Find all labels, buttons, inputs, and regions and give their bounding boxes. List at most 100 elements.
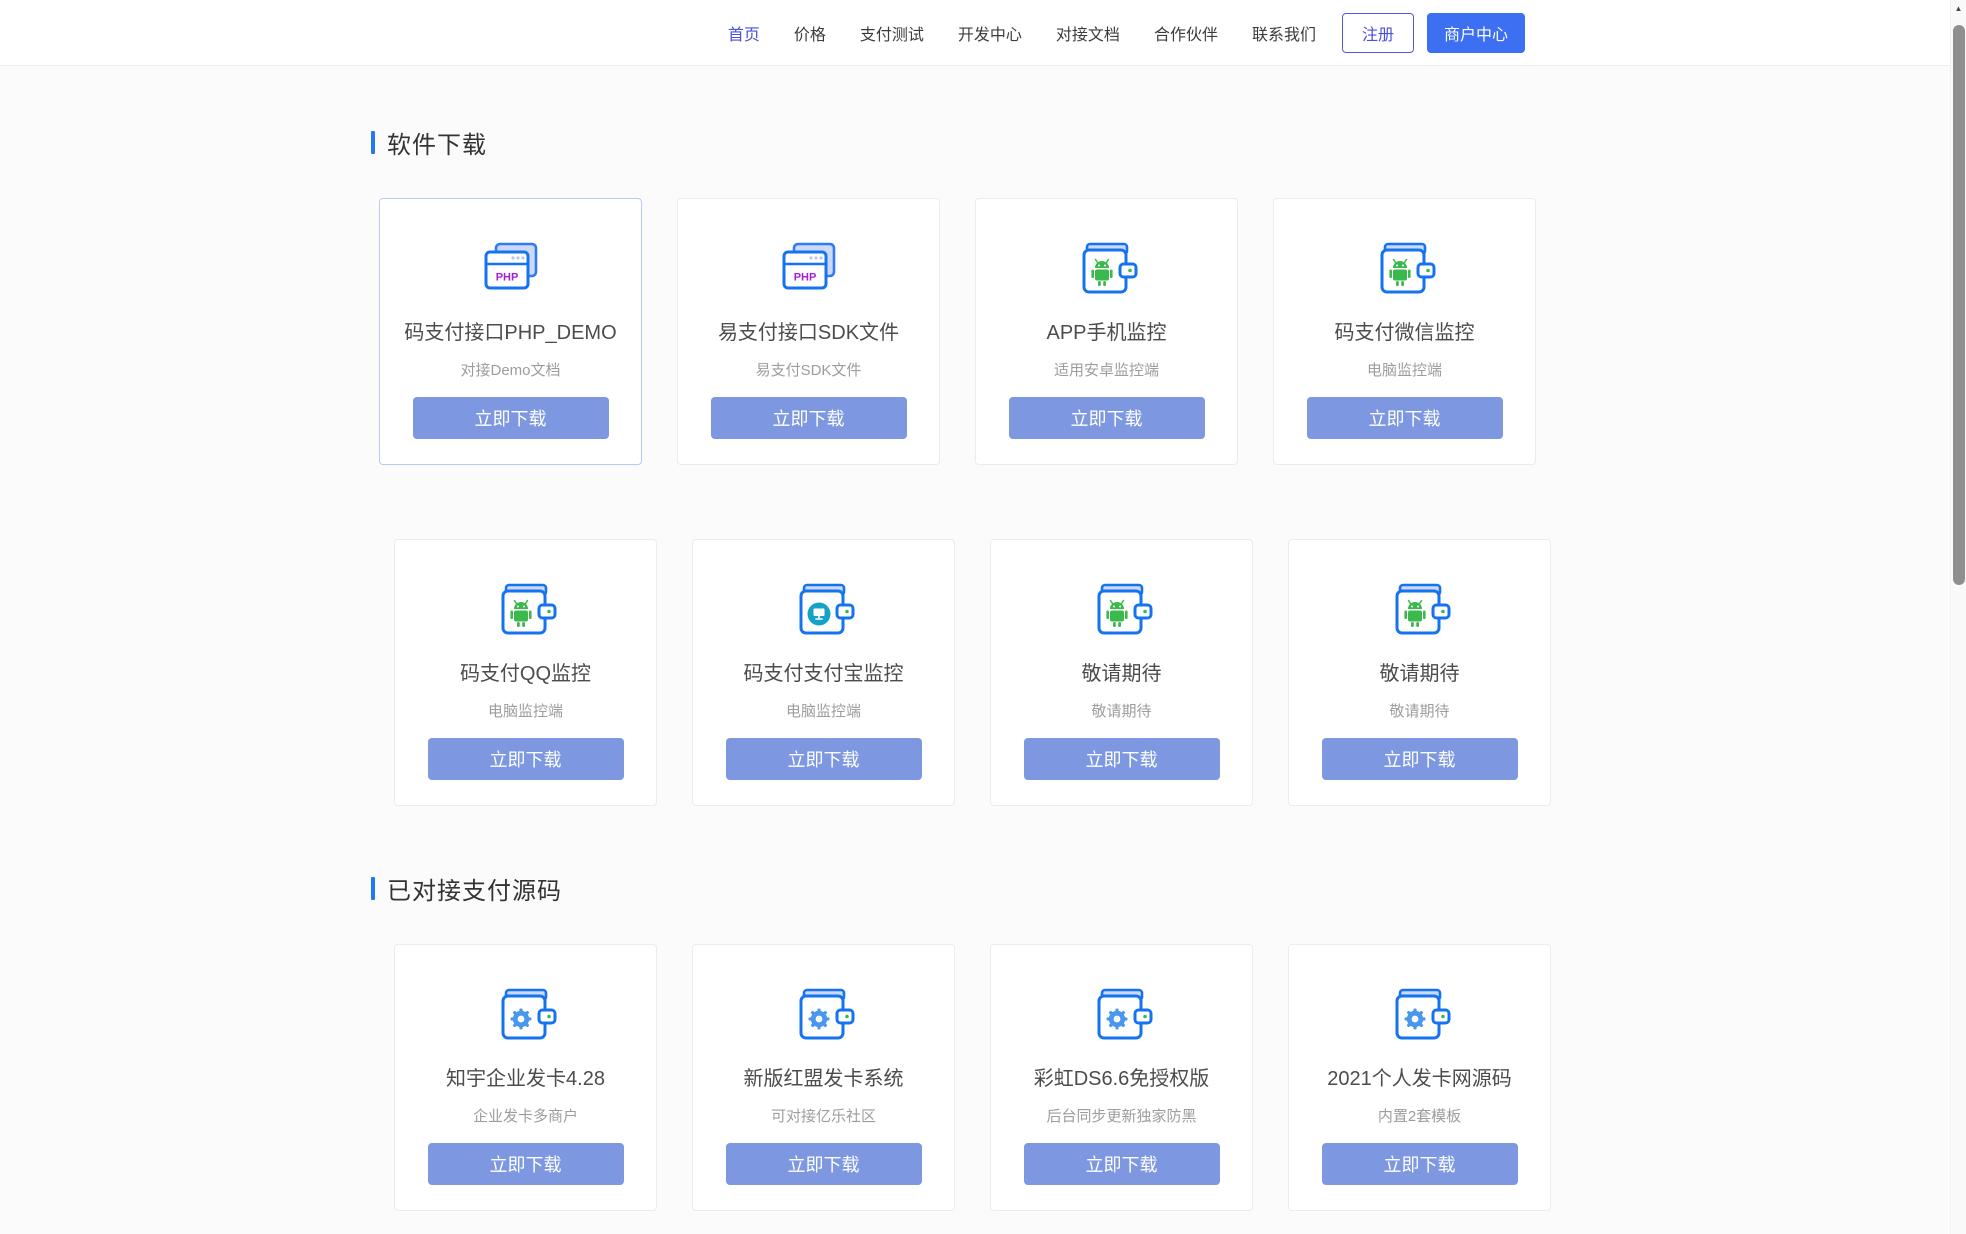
download-card: 知宇企业发卡4.28 企业发卡多商户 立即下载 — [394, 944, 657, 1211]
php-label: PHP — [495, 272, 518, 284]
download-card: PHP 易支付接口SDK文件 易支付SDK文件 立即下载 — [677, 198, 940, 465]
nav-link-4[interactable]: 对接文档 — [1056, 21, 1120, 45]
card-icon-slot — [494, 983, 558, 1047]
card-subtitle: 后台同步更新独家防黑 — [991, 1105, 1252, 1126]
download-button[interactable]: 立即下载 — [1009, 397, 1205, 439]
download-button[interactable]: 立即下载 — [1307, 397, 1503, 439]
card-title: 2021个人发卡网源码 — [1289, 1066, 1550, 1092]
card-title: 码支付QQ监控 — [395, 661, 656, 687]
wallet-android-icon — [1090, 578, 1154, 642]
wallet-monitor-icon — [792, 578, 856, 642]
card-icon-slot — [1075, 237, 1139, 301]
scrollbar-up-arrow-icon[interactable]: ▲ — [1951, 4, 1966, 13]
card-title: APP手机监控 — [976, 320, 1237, 346]
card-icon-slot — [792, 578, 856, 642]
wallet-android-icon — [1373, 237, 1437, 301]
download-button[interactable]: 立即下载 — [1322, 1143, 1518, 1185]
download-button[interactable]: 立即下载 — [726, 738, 922, 780]
download-card: 码支付QQ监控 电脑监控端 立即下载 — [394, 539, 657, 806]
card-title: 新版红盟发卡系统 — [693, 1066, 954, 1092]
download-button[interactable]: 立即下载 — [428, 738, 624, 780]
download-card: 2021个人发卡网源码 内置2套模板 立即下载 — [1288, 944, 1551, 1211]
card-subtitle: 对接Demo文档 — [380, 359, 641, 380]
nav-link-5[interactable]: 合作伙伴 — [1154, 21, 1218, 45]
card-subtitle: 电脑监控端 — [1274, 359, 1535, 380]
download-card: 码支付支付宝监控 电脑监控端 立即下载 — [692, 539, 955, 806]
card-icon-slot: PHP — [479, 237, 543, 301]
card-subtitle: 内置2套模板 — [1289, 1105, 1550, 1126]
main-content: 软件下载 PHP 码支付接口PHP_DEMO 对接Demo文档 立即下载 PHP… — [371, 66, 1595, 1211]
card-title: 彩虹DS6.6免授权版 — [991, 1066, 1252, 1092]
download-card: APP手机监控 适用安卓监控端 立即下载 — [975, 198, 1238, 465]
card-subtitle: 易支付SDK文件 — [678, 359, 939, 380]
wallet-android-icon — [1075, 237, 1139, 301]
card-row: PHP 码支付接口PHP_DEMO 对接Demo文档 立即下载 PHP 易支付接… — [379, 198, 1595, 465]
card-title: 敬请期待 — [1289, 661, 1550, 687]
section-title-text: 已对接支付源码 — [387, 871, 562, 906]
card-icon-slot — [1388, 578, 1452, 642]
download-button[interactable]: 立即下载 — [1024, 738, 1220, 780]
download-button[interactable]: 立即下载 — [726, 1143, 922, 1185]
nav-link-0[interactable]: 首页 — [728, 21, 760, 45]
php-label: PHP — [793, 272, 816, 284]
merchant-center-button[interactable]: 商户中心 — [1427, 13, 1525, 53]
card-title: 码支付支付宝监控 — [693, 661, 954, 687]
section-title: 已对接支付源码 — [371, 871, 1595, 906]
vertical-scrollbar[interactable]: ▲ — [1950, 0, 1966, 1234]
download-card: 敬请期待 敬请期待 立即下载 — [990, 539, 1253, 806]
download-button[interactable]: 立即下载 — [413, 397, 609, 439]
card-subtitle: 电脑监控端 — [693, 700, 954, 721]
card-icon-slot — [1090, 578, 1154, 642]
wallet-android-icon — [1388, 578, 1452, 642]
wallet-gear-icon — [792, 983, 856, 1047]
card-icon-slot — [792, 983, 856, 1047]
card-icon-slot — [494, 578, 558, 642]
section: 软件下载 PHP 码支付接口PHP_DEMO 对接Demo文档 立即下载 PHP… — [371, 125, 1595, 806]
card-title: 码支付接口PHP_DEMO — [380, 320, 641, 346]
card-title: 码支付微信监控 — [1274, 320, 1535, 346]
section-title-bar — [371, 131, 375, 154]
wallet-gear-icon — [1090, 983, 1154, 1047]
card-row: 码支付QQ监控 电脑监控端 立即下载 码支付支付宝监控 电脑监控端 立即下载 — [394, 539, 1595, 806]
download-button[interactable]: 立即下载 — [1024, 1143, 1220, 1185]
card-title: 知宇企业发卡4.28 — [395, 1066, 656, 1092]
card-subtitle: 可对接亿乐社区 — [693, 1105, 954, 1126]
section: 已对接支付源码 知宇企业发卡4.28 企业发卡多商户 立即下载 — [371, 871, 1595, 1211]
section-title-text: 软件下载 — [387, 125, 487, 160]
top-header: 首页 价格 支付测试 开发中心 对接文档 合作伙伴 联系我们 注册 商户中心 — [0, 0, 1966, 66]
section-title: 软件下载 — [371, 125, 1595, 160]
scrollbar-thumb[interactable] — [1953, 25, 1965, 585]
card-subtitle: 企业发卡多商户 — [395, 1105, 656, 1126]
download-card: 码支付微信监控 电脑监控端 立即下载 — [1273, 198, 1536, 465]
card-row: 知宇企业发卡4.28 企业发卡多商户 立即下载 新版红盟发卡系统 可对接亿乐社区… — [394, 944, 1595, 1211]
card-title: 敬请期待 — [991, 661, 1252, 687]
download-button[interactable]: 立即下载 — [1322, 738, 1518, 780]
card-icon-slot — [1388, 983, 1452, 1047]
card-title: 易支付接口SDK文件 — [678, 320, 939, 346]
nav-links: 首页 价格 支付测试 开发中心 对接文档 合作伙伴 联系我们 — [728, 21, 1316, 45]
wallet-gear-icon — [494, 983, 558, 1047]
download-card: PHP 码支付接口PHP_DEMO 对接Demo文档 立即下载 — [379, 198, 642, 465]
download-card: 新版红盟发卡系统 可对接亿乐社区 立即下载 — [692, 944, 955, 1211]
nav-link-1[interactable]: 价格 — [794, 21, 826, 45]
register-button[interactable]: 注册 — [1342, 13, 1414, 53]
php-window-icon: PHP — [777, 237, 841, 301]
card-subtitle: 敬请期待 — [1289, 700, 1550, 721]
wallet-gear-icon — [1388, 983, 1452, 1047]
header-inner: 首页 价格 支付测试 开发中心 对接文档 合作伙伴 联系我们 注册 商户中心 — [371, 13, 1595, 53]
card-icon-slot: PHP — [777, 237, 841, 301]
card-icon-slot — [1373, 237, 1437, 301]
nav-link-3[interactable]: 开发中心 — [958, 21, 1022, 45]
wallet-android-icon — [494, 578, 558, 642]
download-card: 敬请期待 敬请期待 立即下载 — [1288, 539, 1551, 806]
nav-link-2[interactable]: 支付测试 — [860, 21, 924, 45]
nav-link-6[interactable]: 联系我们 — [1252, 21, 1316, 45]
download-button[interactable]: 立即下载 — [711, 397, 907, 439]
monitor-glyph — [807, 603, 830, 626]
card-subtitle: 适用安卓监控端 — [976, 359, 1237, 380]
download-button[interactable]: 立即下载 — [428, 1143, 624, 1185]
card-icon-slot — [1090, 983, 1154, 1047]
card-subtitle: 敬请期待 — [991, 700, 1252, 721]
card-subtitle: 电脑监控端 — [395, 700, 656, 721]
download-card: 彩虹DS6.6免授权版 后台同步更新独家防黑 立即下载 — [990, 944, 1253, 1211]
